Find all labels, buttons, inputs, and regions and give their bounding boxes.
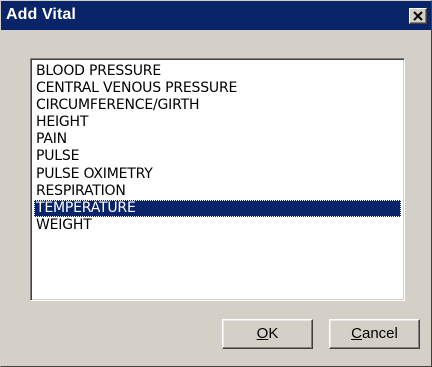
- cancel-label-rest: ancel: [361, 325, 398, 342]
- list-item[interactable]: PULSE OXIMETRY: [34, 166, 401, 183]
- list-item[interactable]: RESPIRATION: [34, 183, 401, 200]
- list-item[interactable]: WEIGHT: [34, 217, 401, 234]
- list-item[interactable]: CENTRAL VENOUS PRESSURE: [34, 80, 401, 97]
- list-item[interactable]: PULSE: [34, 148, 401, 165]
- list-item[interactable]: CIRCUMFERENCE/GIRTH: [34, 97, 401, 114]
- close-button[interactable]: [409, 8, 427, 24]
- vital-list: BLOOD PRESSURE CENTRAL VENOUS PRESSURE C…: [34, 63, 401, 234]
- ok-button[interactable]: OK: [222, 319, 313, 349]
- cancel-button[interactable]: Cancel: [329, 319, 420, 349]
- ok-accelerator: O: [256, 325, 269, 342]
- list-item[interactable]: BLOOD PRESSURE: [34, 63, 401, 80]
- dialog-title: Add Vital: [6, 6, 76, 23]
- ok-label-rest: K: [268, 325, 279, 342]
- vital-listbox[interactable]: BLOOD PRESSURE CENTRAL VENOUS PRESSURE C…: [30, 58, 405, 301]
- list-item-selected[interactable]: TEMPERATURE: [34, 199, 401, 217]
- list-item[interactable]: HEIGHT: [34, 114, 401, 131]
- close-icon: [413, 11, 423, 21]
- add-vital-dialog: Add Vital BLOOD PRESSURE CENTRAL VENOUS …: [0, 0, 432, 367]
- title-bar[interactable]: Add Vital: [1, 1, 431, 30]
- cancel-accelerator: C: [351, 325, 362, 342]
- list-item[interactable]: PAIN: [34, 131, 401, 148]
